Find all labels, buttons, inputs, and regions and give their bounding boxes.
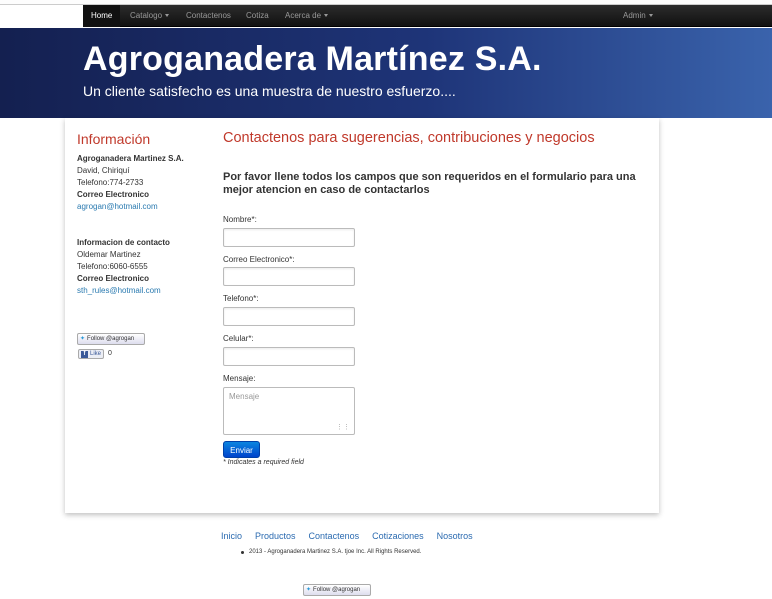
facebook-like-label: Like (90, 350, 102, 357)
caret-down-icon (324, 14, 329, 18)
top-navbar: Home Catalogo Contactenos Cotiza Acerca … (83, 5, 772, 27)
caret-down-icon (165, 14, 170, 18)
celular-label: Celular*: (223, 334, 254, 343)
footer-link-cotizaciones[interactable]: Cotizaciones (372, 531, 424, 541)
contact-phone: Telefono:6060-6555 (77, 262, 148, 271)
facebook-icon: f (81, 350, 88, 358)
telefono-label: Telefono*: (223, 294, 259, 303)
company-location: David, Chiriquí (77, 166, 130, 175)
nav-admin[interactable]: Admin (623, 5, 653, 27)
contact-email-label: Correo Electronico (77, 274, 150, 283)
footer-link-contactenos[interactable]: Contactenos (309, 531, 360, 541)
telefono-input[interactable] (223, 307, 355, 326)
contact-email-link[interactable]: sth_rules@hotmail.com (77, 286, 161, 295)
resize-grip-icon[interactable]: ⋮⋮ (336, 424, 350, 431)
nav-contactenos[interactable]: Contactenos (186, 5, 231, 27)
nombre-label: Nombre*: (223, 215, 257, 224)
footer-link-productos[interactable]: Productos (255, 531, 296, 541)
site-title: Agroganadera Martínez S.A. (83, 40, 542, 78)
nav-acerca-label: Acerca de (285, 11, 322, 20)
twitter-follow-button[interactable]: ✦ Follow @agrogan (77, 333, 145, 345)
form-intro: Por favor llene todos los campos que son… (223, 171, 636, 196)
nombre-input[interactable] (223, 228, 355, 247)
required-note: * Indicates a required field (223, 459, 304, 466)
nav-home[interactable]: Home (83, 5, 121, 27)
correo-label: Correo Electronico*: (223, 255, 295, 264)
page-title: Contactenos para sugerencias, contribuci… (223, 130, 595, 146)
twitter-follow-label: Follow @agrogan (87, 336, 135, 342)
copyright-text: 2013 - Agroganadera Martinez S.A. tjoe I… (240, 549, 422, 555)
hero-banner: Agroganadera Martínez S.A. Un cliente sa… (0, 28, 772, 118)
send-button[interactable]: Enviar (223, 441, 260, 458)
site-tagline: Un cliente satisfecho es una muestra de … (83, 83, 456, 99)
footer-link-nosotros[interactable]: Nosotros (437, 531, 473, 541)
company-name: Agroganadera Martinez S.A. (77, 154, 184, 163)
nav-contactenos-label: Contactenos (186, 11, 231, 20)
nav-catalogo-label: Catalogo (130, 11, 163, 20)
nav-admin-label: Admin (623, 11, 646, 20)
nav-cotiza[interactable]: Cotiza (246, 5, 269, 27)
footer-links: Inicio Productos Contactenos Cotizaciones No… (221, 531, 486, 541)
facebook-like-button[interactable]: f Like (78, 348, 105, 359)
like-count: 0 (108, 350, 112, 357)
footer-twitter-label: Follow @agrogan (313, 587, 361, 593)
facebook-like-widget: f Like 0 (78, 348, 112, 359)
nav-home-label: Home (91, 11, 113, 20)
nav-acerca-de[interactable]: Acerca de (285, 5, 329, 27)
info-sidebar: Información Agroganadera Martinez S.A. D… (77, 130, 207, 297)
sidebar-heading: Información (77, 131, 151, 147)
nav-cotiza-label: Cotiza (246, 11, 269, 20)
footer-twitter-follow-button[interactable]: ✦ Follow @agrogan (303, 584, 371, 596)
footer-link-inicio[interactable]: Inicio (221, 531, 242, 541)
correo-input[interactable] (223, 267, 355, 286)
company-phone: Telefono:774-2733 (77, 178, 144, 187)
mensaje-label: Mensaje: (223, 374, 256, 383)
mensaje-textarea[interactable]: Mensaje ⋮⋮ (223, 387, 355, 435)
email-label: Correo Electronico (77, 190, 150, 199)
caret-down-icon (648, 14, 653, 18)
celular-input[interactable] (223, 347, 355, 366)
contact-heading: Informacion de contacto (77, 238, 170, 247)
company-email-link[interactable]: agrogan@hotmail.com (77, 202, 158, 211)
twitter-bird-icon: ✦ (80, 336, 86, 342)
twitter-bird-icon: ✦ (306, 587, 312, 593)
nav-catalogo[interactable]: Catalogo (130, 5, 170, 27)
mensaje-placeholder: Mensaje (229, 392, 260, 401)
contact-name: Oldemar Martinez (77, 250, 141, 259)
